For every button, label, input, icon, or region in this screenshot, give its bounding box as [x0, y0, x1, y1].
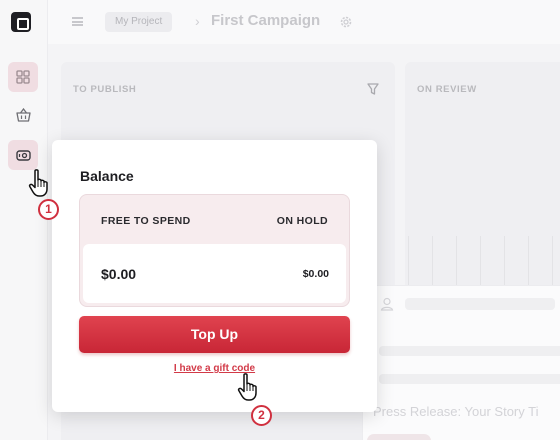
- task-tag: [367, 434, 431, 440]
- sidebar: [0, 0, 48, 440]
- page-title: First Campaign: [211, 12, 321, 29]
- on-hold-amount: $0.00: [302, 268, 329, 280]
- dashboard-icon: [16, 70, 30, 84]
- balance-title: Balance: [80, 168, 134, 184]
- column-title: TO PUBLISH: [73, 84, 137, 95]
- sidebar-wallet-button[interactable]: [8, 140, 38, 170]
- sidebar-basket-button[interactable]: [8, 100, 38, 130]
- placeholder-bar: [379, 374, 560, 384]
- task-title: Press Release: Your Story Ti: [373, 404, 539, 419]
- basket-icon: [15, 108, 31, 122]
- pointer-hand-icon: [28, 169, 48, 197]
- placeholder-bar: [379, 346, 560, 356]
- on-hold-label: ON HOLD: [276, 215, 328, 227]
- calendar-grid: [408, 236, 560, 286]
- placeholder-bar: [405, 298, 555, 310]
- balance-amounts: $0.00 $0.00: [83, 244, 346, 303]
- step-badge-1: 1: [38, 199, 59, 220]
- gear-icon[interactable]: [339, 15, 353, 29]
- gift-code-link[interactable]: I have a gift code: [52, 363, 377, 374]
- step-badge-2: 2: [251, 405, 272, 426]
- top-header: My Project › First Campaign: [48, 0, 560, 44]
- balance-summary: FREE TO SPEND ON HOLD $0.00 $0.00: [79, 194, 350, 307]
- wallet-icon: [15, 149, 31, 161]
- free-to-spend-amount: $0.00: [101, 266, 137, 282]
- pointer-hand-icon: [237, 373, 257, 401]
- sidebar-dashboard-button[interactable]: [8, 62, 38, 92]
- task-card[interactable]: Press Release: Your Story Ti: [362, 285, 560, 440]
- free-to-spend-label: FREE TO SPEND: [101, 215, 191, 227]
- hamburger-icon[interactable]: [72, 17, 83, 26]
- top-up-button[interactable]: Top Up: [79, 316, 350, 353]
- app-logo[interactable]: [11, 12, 31, 32]
- filter-icon[interactable]: [366, 82, 380, 96]
- user-icon: [380, 297, 394, 311]
- breadcrumb-project[interactable]: My Project: [105, 12, 173, 32]
- balance-popover: Balance FREE TO SPEND ON HOLD $0.00 $0.0…: [52, 140, 377, 412]
- breadcrumb-separator: ›: [195, 13, 200, 29]
- column-title: ON REVIEW: [417, 84, 477, 95]
